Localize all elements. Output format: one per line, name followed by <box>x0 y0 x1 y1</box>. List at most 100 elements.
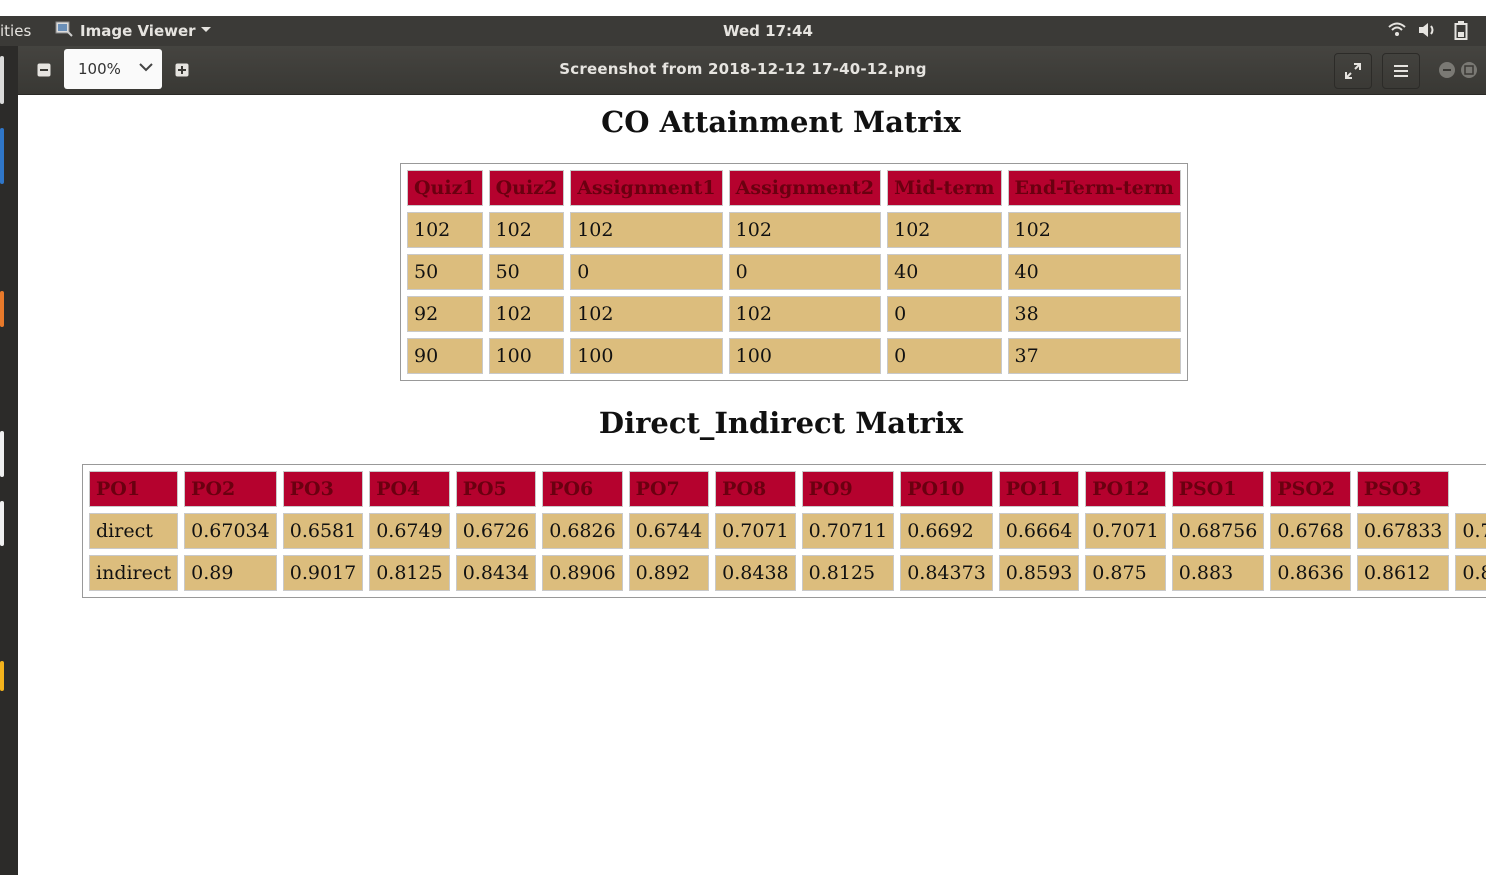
table-cell: 102 <box>488 296 565 332</box>
table-cell: 0.892 <box>628 555 710 591</box>
image-viewer-app-icon <box>54 19 74 39</box>
table-cell: 102 <box>728 212 882 248</box>
table-cell: 0.6744 <box>628 513 710 549</box>
volume-icon[interactable] <box>1418 22 1438 38</box>
header-cell: PSO1 <box>1171 471 1265 507</box>
table-cell: 38 <box>1007 296 1181 332</box>
table-cell: 40 <box>1007 254 1181 290</box>
document-title: Screenshot from 2018-12-12 17-40-12.png <box>559 60 927 78</box>
table-cell: 0.8438 <box>715 555 796 591</box>
table-cell: 0.6726 <box>455 513 537 549</box>
table-cell: 102 <box>570 212 723 248</box>
launcher-item[interactable] <box>0 501 4 546</box>
table-cell: 90 <box>407 338 483 374</box>
table-cell: 0 <box>570 254 723 290</box>
header-cell: Assignment2 <box>728 170 882 206</box>
header-cell: PSO2 <box>1270 471 1351 507</box>
table-row: 50 50 0 0 40 40 <box>407 254 1181 290</box>
launcher-item[interactable] <box>0 431 4 477</box>
table-row: 92 102 102 102 0 38 <box>407 296 1181 332</box>
battery-icon[interactable] <box>1454 21 1468 40</box>
direct-indirect-matrix-title: Direct_Indirect Matrix <box>598 406 964 440</box>
app-menu-label[interactable]: Image Viewer <box>80 22 196 40</box>
row-label-cell: indirect <box>89 555 179 591</box>
table-row: 102 102 102 102 102 102 <box>407 212 1181 248</box>
table-cell: 0.8125 <box>1455 555 1486 591</box>
table-cell: 100 <box>570 338 723 374</box>
header-cell: Mid-term <box>887 170 1002 206</box>
table-cell: 100 <box>728 338 882 374</box>
table-cell: 37 <box>1007 338 1181 374</box>
header-cell: PO8 <box>715 471 796 507</box>
table-cell: 0.875 <box>1085 555 1166 591</box>
screen-top-margin <box>0 0 1486 16</box>
wifi-icon[interactable] <box>1388 22 1406 38</box>
table-row: indirect 0.89 0.9017 0.8125 0.8434 0.890… <box>89 555 1486 591</box>
table-cell: 0.68756 <box>1171 513 1265 549</box>
table-cell: 0.8125 <box>369 555 450 591</box>
clock[interactable]: Wed 17:44 <box>723 22 813 40</box>
hamburger-menu-icon <box>1394 65 1408 77</box>
minimize-icon[interactable] <box>1438 61 1456 79</box>
table-cell: 0.8906 <box>542 555 623 591</box>
table-cell: 0.67833 <box>1356 513 1450 549</box>
table-cell: 102 <box>728 296 882 332</box>
table-cell: 0.8636 <box>1270 555 1351 591</box>
table-header-row: Quiz1 Quiz2 Assignment1 Assignment2 Mid-… <box>407 170 1181 206</box>
table-cell: 0.6749 <box>369 513 450 549</box>
row-label-cell: direct <box>89 513 179 549</box>
header-cell: End-Term-term <box>1007 170 1181 206</box>
table-cell: 102 <box>1007 212 1181 248</box>
header-cell: Quiz2 <box>488 170 565 206</box>
table-cell: 0.6692 <box>900 513 993 549</box>
table-cell: 0.8434 <box>455 555 537 591</box>
co-matrix-title: CO Attainment Matrix <box>601 105 961 139</box>
table-cell: 0.8593 <box>998 555 1080 591</box>
launcher-item[interactable] <box>0 56 4 104</box>
launcher-item[interactable] <box>0 128 4 184</box>
co-attainment-table: Quiz1 Quiz2 Assignment1 Assignment2 Mid-… <box>400 163 1188 381</box>
table-cell: 0.84373 <box>900 555 993 591</box>
table-row: direct 0.67034 0.6581 0.6749 0.6726 0.68… <box>89 513 1486 549</box>
empty-header-cell <box>1455 471 1486 507</box>
viewer-header-bar: 100% Screenshot from 2018-12-12 17-40-12… <box>0 46 1486 95</box>
table-cell: 50 <box>407 254 483 290</box>
table-cell: 0.883 <box>1171 555 1265 591</box>
header-cell: PO10 <box>900 471 993 507</box>
table-cell: 92 <box>407 296 483 332</box>
table-cell: 0.6768 <box>1270 513 1351 549</box>
table-cell: 0.7071 <box>715 513 796 549</box>
launcher-item[interactable] <box>0 291 4 327</box>
maximize-icon[interactable] <box>1460 61 1478 79</box>
header-cell: PO12 <box>1085 471 1166 507</box>
header-cell: PO7 <box>628 471 710 507</box>
table-cell: 100 <box>488 338 565 374</box>
header-cell: Assignment1 <box>570 170 723 206</box>
table-cell: 0.6664 <box>998 513 1080 549</box>
activities-button[interactable]: ities <box>0 22 31 40</box>
table-cell: 0.6826 <box>542 513 623 549</box>
table-cell: 0.7071 <box>1455 513 1486 549</box>
dropdown-arrow-icon[interactable] <box>200 26 212 34</box>
fullscreen-button[interactable] <box>1334 53 1372 89</box>
fullscreen-icon <box>1345 63 1361 79</box>
menu-button[interactable] <box>1382 53 1420 89</box>
table-cell: 0 <box>728 254 882 290</box>
table-row: 90 100 100 100 0 37 <box>407 338 1181 374</box>
table-cell: 102 <box>570 296 723 332</box>
table-cell: 0.8125 <box>801 555 895 591</box>
header-cell: PO5 <box>455 471 537 507</box>
table-cell: 0.70711 <box>801 513 895 549</box>
table-cell: 0.9017 <box>282 555 364 591</box>
table-cell: 0 <box>887 338 1002 374</box>
header-cell: PSO3 <box>1356 471 1450 507</box>
table-cell: 0.7071 <box>1085 513 1166 549</box>
header-cell: PO9 <box>801 471 895 507</box>
table-cell: 40 <box>887 254 1002 290</box>
launcher-item[interactable] <box>0 661 4 691</box>
header-cell: PO2 <box>184 471 277 507</box>
table-cell: 0.89 <box>184 555 277 591</box>
table-cell: 0.67034 <box>184 513 277 549</box>
table-cell: 50 <box>488 254 565 290</box>
direct-indirect-table: PO1 PO2 PO3 PO4 PO5 PO6 PO7 PO8 PO9 PO10… <box>82 464 1486 598</box>
